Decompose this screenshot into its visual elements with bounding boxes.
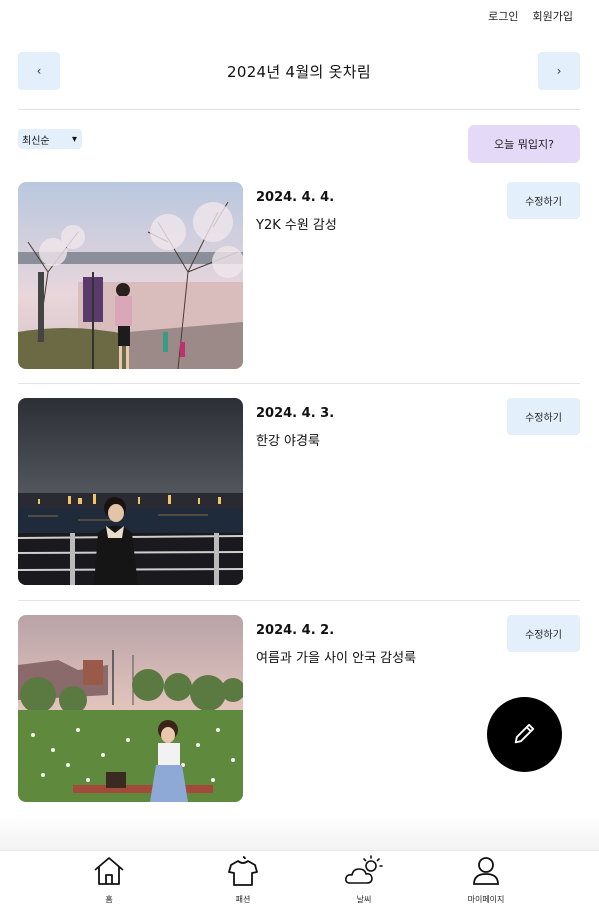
scroll-fade xyxy=(0,815,599,850)
nav-fashion[interactable]: 패션 xyxy=(213,855,273,905)
prev-month-button[interactable]: ‹ xyxy=(18,52,60,90)
outfit-photo[interactable] xyxy=(18,398,243,585)
post-date: 2024. 4. 2. xyxy=(256,623,335,638)
outfit-photo[interactable] xyxy=(18,615,243,802)
pencil-icon xyxy=(511,719,539,751)
divider xyxy=(18,109,580,110)
post-caption: Y2K 수원 감성 xyxy=(256,218,337,233)
shirt-icon xyxy=(226,855,260,891)
page-title: 2024년 4월의 옷차림 xyxy=(227,62,371,81)
top-nav: 로그인 회원가입 xyxy=(488,8,573,24)
weather-icon xyxy=(344,855,384,891)
user-icon xyxy=(469,855,503,891)
post-caption: 한강 야경룩 xyxy=(256,434,320,449)
signup-link[interactable]: 회원가입 xyxy=(533,8,573,24)
outfit-post: 2024. 4. 3. 한강 야경룩 수정하기 xyxy=(18,398,580,585)
login-link[interactable]: 로그인 xyxy=(488,8,518,24)
nav-label: 패션 xyxy=(235,895,251,904)
nav-mypage[interactable]: 마이페이지 xyxy=(456,855,516,905)
edit-button[interactable]: 수정하기 xyxy=(507,398,580,435)
divider xyxy=(18,383,580,384)
what-to-wear-button[interactable]: 오늘 뭐입지? xyxy=(468,125,580,163)
outfit-photo[interactable] xyxy=(18,182,243,369)
nav-label: 홈 xyxy=(105,895,113,904)
outfit-post: 2024. 4. 4. Y2K 수원 감성 수정하기 xyxy=(18,182,580,369)
edit-button[interactable]: 수정하기 xyxy=(507,182,580,219)
nav-home[interactable]: 홈 xyxy=(79,855,139,905)
home-icon xyxy=(92,855,126,891)
sort-select[interactable]: 최신순 ▾ xyxy=(18,129,82,149)
post-caption: 여름과 가을 사이 안국 감성룩 xyxy=(256,651,417,666)
post-date: 2024. 4. 3. xyxy=(256,406,335,421)
write-post-button[interactable] xyxy=(487,697,562,772)
edit-button[interactable]: 수정하기 xyxy=(507,615,580,652)
month-header: ‹ 2024년 4월의 옷차림 › xyxy=(18,52,580,90)
nav-weather[interactable]: 날씨 xyxy=(334,855,394,905)
sort-value: 최신순 xyxy=(22,135,50,147)
next-month-button[interactable]: › xyxy=(538,52,580,90)
bottom-nav: 홈 패션 날씨 마이페이지 xyxy=(0,850,599,905)
nav-label: 마이페이지 xyxy=(467,895,505,904)
divider xyxy=(18,600,580,601)
chevron-down-icon: ▾ xyxy=(71,133,77,145)
nav-label: 날씨 xyxy=(356,895,372,904)
post-date: 2024. 4. 4. xyxy=(256,190,335,205)
